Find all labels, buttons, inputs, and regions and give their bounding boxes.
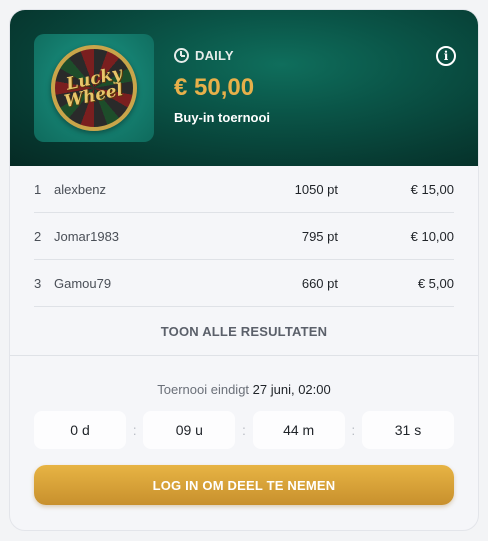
prize-amount: € 50,00 — [174, 74, 255, 101]
result-row: 1 alexbenz 1050 pt € 15,00 — [34, 166, 454, 213]
lucky-wheel-logo: Lucky Wheel — [51, 45, 137, 131]
tournament-header: Lucky Wheel DAILY € 50,00 Buy-in toernoo… — [10, 10, 478, 166]
player-name: Jomar1983 — [54, 228, 120, 244]
countdown-seconds: 31 s — [361, 411, 454, 449]
show-all-results-button[interactable]: TOON ALLE RESULTATEN — [34, 307, 454, 355]
player-name: Gamou79 — [54, 275, 112, 291]
rank: 3 — [34, 275, 42, 291]
login-to-join-button[interactable]: LOG IN OM DEEL TE NEMEN — [34, 465, 454, 505]
points: 1050 pt — [294, 181, 338, 197]
countdown-timer: 0 d : 09 u : 44 m : 31 s — [34, 411, 454, 449]
prize-value: € 5,00 — [417, 275, 454, 291]
result-row: 2 Jomar1983 795 pt € 10,00 — [34, 213, 454, 260]
frequency-badge: DAILY — [174, 48, 234, 63]
rank: 1 — [34, 181, 42, 197]
points: 660 pt — [301, 275, 338, 291]
rank: 2 — [34, 228, 42, 244]
prize-value: € 15,00 — [410, 181, 454, 197]
countdown-days: 0 d — [34, 411, 126, 449]
frequency-label: DAILY — [195, 48, 234, 63]
countdown-separator: : — [132, 422, 137, 438]
points: 795 pt — [301, 228, 338, 244]
tournament-end: Toernooi eindigt 27 juni, 02:00 — [10, 382, 478, 397]
result-row: 3 Gamou79 660 pt € 5,00 — [34, 260, 454, 307]
buyin-label: Buy-in toernooi — [174, 110, 271, 125]
player-name: alexbenz — [54, 181, 107, 197]
countdown-minutes: 44 m — [252, 411, 345, 449]
results-list: 1 alexbenz 1050 pt € 15,00 2 Jomar1983 7… — [10, 166, 478, 355]
end-value: 27 juni, 02:00 — [252, 382, 331, 397]
countdown-separator: : — [242, 422, 246, 438]
end-label: Toernooi eindigt — [157, 382, 250, 397]
countdown-separator: : — [351, 422, 356, 438]
tournament-card: Lucky Wheel DAILY € 50,00 Buy-in toernoo… — [9, 9, 479, 531]
section-divider — [10, 355, 478, 356]
info-icon[interactable]: i — [436, 46, 456, 66]
clock-icon — [174, 48, 189, 63]
countdown-hours: 09 u — [143, 411, 236, 449]
game-thumbnail[interactable]: Lucky Wheel — [34, 34, 154, 142]
prize-value: € 10,00 — [410, 228, 454, 244]
